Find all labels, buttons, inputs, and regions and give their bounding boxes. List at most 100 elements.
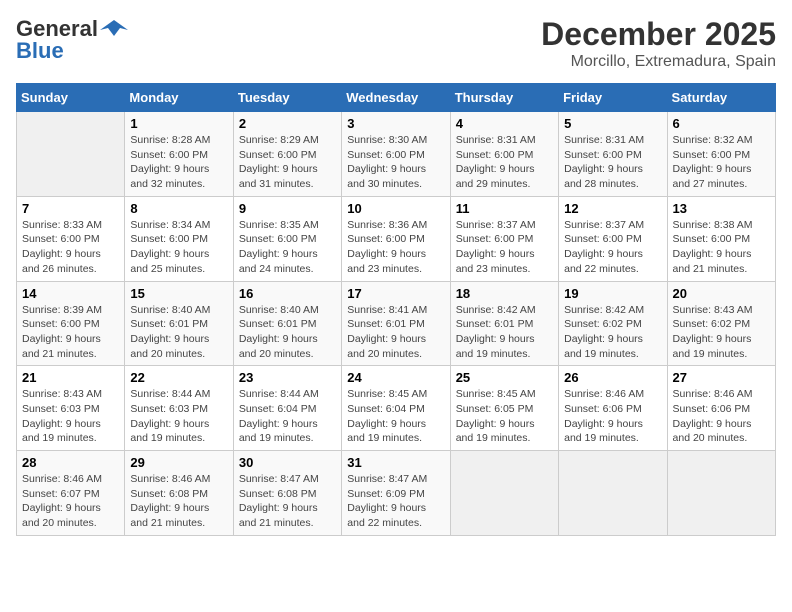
day-info: Sunrise: 8:42 AM Sunset: 6:02 PM Dayligh…: [564, 303, 661, 362]
header-thursday: Thursday: [450, 84, 558, 112]
day-number: 24: [347, 370, 444, 385]
day-number: 25: [456, 370, 553, 385]
calendar-cell: [667, 451, 775, 536]
day-info: Sunrise: 8:37 AM Sunset: 6:00 PM Dayligh…: [564, 218, 661, 277]
calendar-cell: 5 Sunrise: 8:31 AM Sunset: 6:00 PM Daylig…: [559, 112, 667, 197]
day-info: Sunrise: 8:44 AM Sunset: 6:04 PM Dayligh…: [239, 387, 336, 446]
day-info: Sunrise: 8:35 AM Sunset: 6:00 PM Dayligh…: [239, 218, 336, 277]
calendar-cell: 28 Sunrise: 8:46 AM Sunset: 6:07 PM Dayli…: [17, 451, 125, 536]
day-number: 29: [130, 455, 227, 470]
day-number: 20: [673, 286, 770, 301]
calendar-cell: 14 Sunrise: 8:39 AM Sunset: 6:00 PM Dayli…: [17, 281, 125, 366]
calendar-cell: 24 Sunrise: 8:45 AM Sunset: 6:04 PM Dayli…: [342, 366, 450, 451]
day-number: 3: [347, 116, 444, 131]
day-number: 19: [564, 286, 661, 301]
page-header: General Blue December 2025 Morcillo, Ext…: [16, 16, 776, 71]
calendar-header-row: SundayMondayTuesdayWednesdayThursdayFrid…: [17, 84, 776, 112]
day-info: Sunrise: 8:42 AM Sunset: 6:01 PM Dayligh…: [456, 303, 553, 362]
calendar-cell: 29 Sunrise: 8:46 AM Sunset: 6:08 PM Dayli…: [125, 451, 233, 536]
day-number: 23: [239, 370, 336, 385]
page-title: December 2025: [541, 16, 776, 53]
day-info: Sunrise: 8:43 AM Sunset: 6:02 PM Dayligh…: [673, 303, 770, 362]
day-number: 14: [22, 286, 119, 301]
calendar-cell: 31Sunrise: 8:47 AM Sunset: 6:09 PM Dayli…: [342, 451, 450, 536]
header-saturday: Saturday: [667, 84, 775, 112]
header-sunday: Sunday: [17, 84, 125, 112]
header-monday: Monday: [125, 84, 233, 112]
calendar-cell: 7Sunrise: 8:33 AM Sunset: 6:00 PM Daylig…: [17, 196, 125, 281]
day-info: Sunrise: 8:34 AM Sunset: 6:00 PM Dayligh…: [130, 218, 227, 277]
calendar-cell: [450, 451, 558, 536]
day-info: Sunrise: 8:39 AM Sunset: 6:00 PM Dayligh…: [22, 303, 119, 362]
calendar-cell: 13Sunrise: 8:38 AM Sunset: 6:00 PM Dayli…: [667, 196, 775, 281]
day-number: 28: [22, 455, 119, 470]
day-number: 11: [456, 201, 553, 216]
day-info: Sunrise: 8:29 AM Sunset: 6:00 PM Dayligh…: [239, 133, 336, 192]
calendar-cell: 30Sunrise: 8:47 AM Sunset: 6:08 PM Dayli…: [233, 451, 341, 536]
day-number: 12: [564, 201, 661, 216]
calendar-cell: 26 Sunrise: 8:46 AM Sunset: 6:06 PM Dayli…: [559, 366, 667, 451]
header-wednesday: Wednesday: [342, 84, 450, 112]
logo-bird-icon: [100, 18, 128, 40]
day-number: 27: [673, 370, 770, 385]
calendar-cell: 21Sunrise: 8:43 AM Sunset: 6:03 PM Dayli…: [17, 366, 125, 451]
day-number: 9: [239, 201, 336, 216]
day-info: Sunrise: 8:46 AM Sunset: 6:06 PM Dayligh…: [673, 387, 770, 446]
calendar-cell: 2 Sunrise: 8:29 AM Sunset: 6:00 PM Daylig…: [233, 112, 341, 197]
calendar-cell: 16Sunrise: 8:40 AM Sunset: 6:01 PM Dayli…: [233, 281, 341, 366]
day-info: Sunrise: 8:28 AM Sunset: 6:00 PM Dayligh…: [130, 133, 227, 192]
day-info: Sunrise: 8:32 AM Sunset: 6:00 PM Dayligh…: [673, 133, 770, 192]
title-block: December 2025 Morcillo, Extremadura, Spa…: [541, 16, 776, 71]
day-number: 10: [347, 201, 444, 216]
calendar-cell: [559, 451, 667, 536]
day-info: Sunrise: 8:46 AM Sunset: 6:08 PM Dayligh…: [130, 472, 227, 531]
calendar-cell: 23 Sunrise: 8:44 AM Sunset: 6:04 PM Dayli…: [233, 366, 341, 451]
day-info: Sunrise: 8:45 AM Sunset: 6:05 PM Dayligh…: [456, 387, 553, 446]
calendar-cell: 12 Sunrise: 8:37 AM Sunset: 6:00 PM Dayli…: [559, 196, 667, 281]
calendar-cell: 3Sunrise: 8:30 AM Sunset: 6:00 PM Daylig…: [342, 112, 450, 197]
calendar-cell: 25 Sunrise: 8:45 AM Sunset: 6:05 PM Dayli…: [450, 366, 558, 451]
calendar-week-row: 28 Sunrise: 8:46 AM Sunset: 6:07 PM Dayli…: [17, 451, 776, 536]
calendar-table: SundayMondayTuesdayWednesdayThursdayFrid…: [16, 83, 776, 536]
day-info: Sunrise: 8:40 AM Sunset: 6:01 PM Dayligh…: [130, 303, 227, 362]
day-number: 13: [673, 201, 770, 216]
calendar-cell: [17, 112, 125, 197]
day-info: Sunrise: 8:36 AM Sunset: 6:00 PM Dayligh…: [347, 218, 444, 277]
day-number: 26: [564, 370, 661, 385]
day-info: Sunrise: 8:31 AM Sunset: 6:00 PM Dayligh…: [564, 133, 661, 192]
page-subtitle: Morcillo, Extremadura, Spain: [541, 53, 776, 71]
calendar-week-row: 14 Sunrise: 8:39 AM Sunset: 6:00 PM Dayli…: [17, 281, 776, 366]
calendar-cell: 27 Sunrise: 8:46 AM Sunset: 6:06 PM Dayli…: [667, 366, 775, 451]
day-number: 31: [347, 455, 444, 470]
calendar-cell: 11 Sunrise: 8:37 AM Sunset: 6:00 PM Dayli…: [450, 196, 558, 281]
calendar-cell: 17Sunrise: 8:41 AM Sunset: 6:01 PM Dayli…: [342, 281, 450, 366]
day-info: Sunrise: 8:33 AM Sunset: 6:00 PM Dayligh…: [22, 218, 119, 277]
day-number: 2: [239, 116, 336, 131]
calendar-week-row: 21Sunrise: 8:43 AM Sunset: 6:03 PM Dayli…: [17, 366, 776, 451]
day-number: 5: [564, 116, 661, 131]
day-number: 21: [22, 370, 119, 385]
day-number: 1: [130, 116, 227, 131]
header-friday: Friday: [559, 84, 667, 112]
logo: General Blue: [16, 16, 128, 64]
calendar-cell: 4 Sunrise: 8:31 AM Sunset: 6:00 PM Daylig…: [450, 112, 558, 197]
day-info: Sunrise: 8:46 AM Sunset: 6:06 PM Dayligh…: [564, 387, 661, 446]
calendar-cell: 19 Sunrise: 8:42 AM Sunset: 6:02 PM Dayli…: [559, 281, 667, 366]
day-info: Sunrise: 8:31 AM Sunset: 6:00 PM Dayligh…: [456, 133, 553, 192]
calendar-cell: 10 Sunrise: 8:36 AM Sunset: 6:00 PM Dayli…: [342, 196, 450, 281]
header-tuesday: Tuesday: [233, 84, 341, 112]
day-info: Sunrise: 8:44 AM Sunset: 6:03 PM Dayligh…: [130, 387, 227, 446]
calendar-cell: 15 Sunrise: 8:40 AM Sunset: 6:01 PM Dayli…: [125, 281, 233, 366]
calendar-cell: 6 Sunrise: 8:32 AM Sunset: 6:00 PM Daylig…: [667, 112, 775, 197]
day-number: 4: [456, 116, 553, 131]
calendar-cell: 1 Sunrise: 8:28 AM Sunset: 6:00 PM Daylig…: [125, 112, 233, 197]
day-info: Sunrise: 8:37 AM Sunset: 6:00 PM Dayligh…: [456, 218, 553, 277]
day-number: 16: [239, 286, 336, 301]
day-info: Sunrise: 8:45 AM Sunset: 6:04 PM Dayligh…: [347, 387, 444, 446]
day-number: 15: [130, 286, 227, 301]
day-info: Sunrise: 8:46 AM Sunset: 6:07 PM Dayligh…: [22, 472, 119, 531]
calendar-cell: 18Sunrise: 8:42 AM Sunset: 6:01 PM Dayli…: [450, 281, 558, 366]
day-number: 6: [673, 116, 770, 131]
day-info: Sunrise: 8:47 AM Sunset: 6:08 PM Dayligh…: [239, 472, 336, 531]
logo-blue: Blue: [16, 38, 64, 64]
